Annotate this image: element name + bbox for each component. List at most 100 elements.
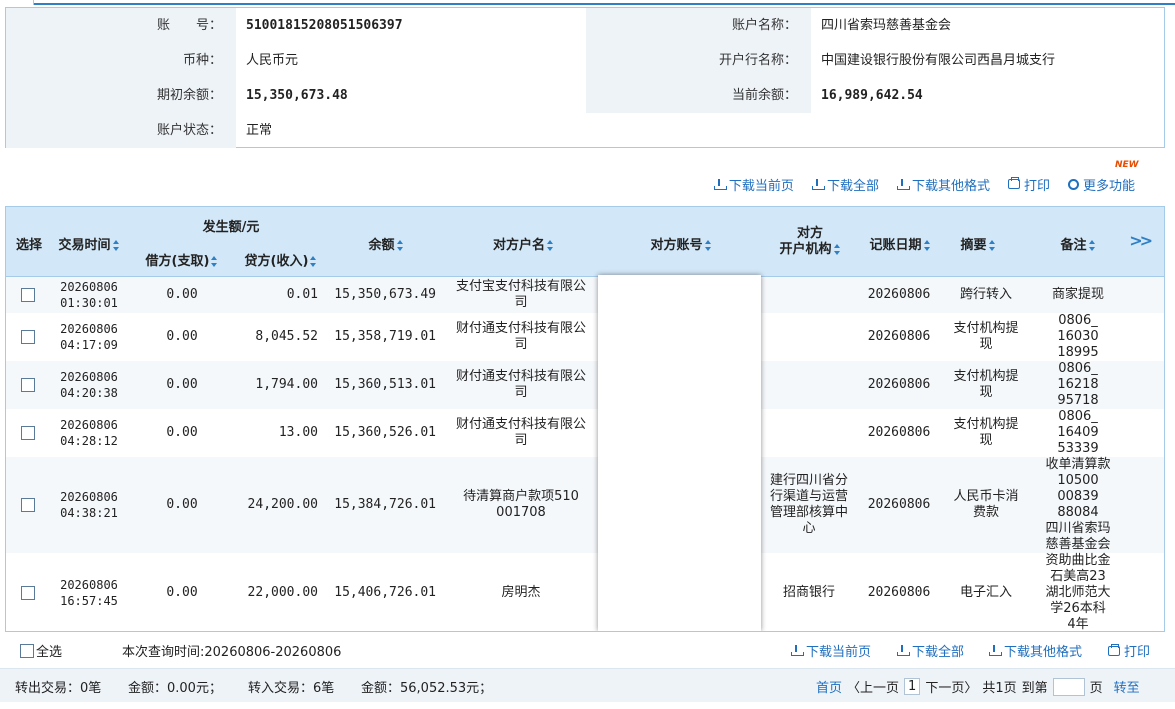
col-debit[interactable]: 借方(支取) xyxy=(136,250,228,269)
counterparty-bank xyxy=(763,277,855,313)
balance-amount: 15,360,513.01 xyxy=(334,361,436,409)
footer-download-page-button[interactable]: 下载当前页 xyxy=(791,641,871,660)
row-checkbox[interactable] xyxy=(21,288,35,302)
debit-amount-line: 0.00 xyxy=(166,329,198,344)
first-page-link[interactable]: 首页 xyxy=(816,677,842,696)
counterparty-name-line: 支付宝支付科技有限公 xyxy=(455,279,586,294)
counterparty-name: 财付通支付科技有限公司 xyxy=(446,409,596,457)
row-checkbox[interactable] xyxy=(21,586,35,600)
col-summary[interactable]: 摘要 xyxy=(946,234,1010,253)
post-date-line: 20260806 xyxy=(867,425,931,440)
row-select-cell xyxy=(6,553,50,631)
transaction-time: 20260806 04:38:21 xyxy=(50,457,128,553)
remark-line: 53339 xyxy=(1057,441,1099,456)
counterparty-bank xyxy=(763,313,855,361)
credit-amount: 1,794.00 xyxy=(228,361,328,409)
footer-download-other-button[interactable]: 下载其他格式 xyxy=(989,641,1082,660)
row-checkbox[interactable] xyxy=(21,426,35,440)
post-date: 20260806 xyxy=(858,361,940,409)
col-post-date[interactable]: 记账日期 xyxy=(862,234,938,253)
table-row[interactable]: 20260806 04:38:21 0.00 24,200.00 15,384,726.… xyxy=(6,457,1164,553)
footer-download-all-button[interactable]: 下载全部 xyxy=(897,641,964,660)
post-date-line: 20260806 xyxy=(867,377,931,392)
debit-amount-line: 0.00 xyxy=(166,425,198,440)
table-row[interactable]: 20260806 01:30:01 0.00 0.01 15,350,673.49 支付宝… xyxy=(6,277,1164,313)
row-checkbox[interactable] xyxy=(21,498,35,512)
col-balance[interactable]: 余额 xyxy=(346,234,426,253)
gear-icon xyxy=(1067,178,1079,190)
summary-line: 现 xyxy=(979,433,993,448)
counterparty-name-line: 司 xyxy=(514,295,528,310)
table-row[interactable]: 20260806 04:28:12 0.00 13.00 15,360,526.01 财付… xyxy=(6,409,1164,457)
summary-line: 现 xyxy=(979,337,993,352)
transaction-time: 01:30:01 xyxy=(60,296,118,310)
next-page-link[interactable]: 下一页〉 xyxy=(925,677,977,696)
credit-amount-line: 1,794.00 xyxy=(255,377,318,392)
select-all[interactable]: 全选 xyxy=(20,641,62,660)
query-time: 本次查询时间:20260806-20260806 xyxy=(122,645,342,660)
summary: 支付机构提现 xyxy=(944,313,1028,361)
col-time[interactable]: 交易时间 xyxy=(50,234,128,253)
debit-amount-line: 0.00 xyxy=(166,377,198,392)
current-page: 1 xyxy=(904,678,921,695)
row-checkbox[interactable] xyxy=(21,330,35,344)
table-header: 选择 交易时间 发生额/元 借方(支取) 贷方(收入) 余额 对方户名 对方账号… xyxy=(6,207,1164,277)
post-date-line: 20260806 xyxy=(867,329,931,344)
col-counterparty-name-label: 对方户名 xyxy=(492,238,545,253)
download-page-label: 下载当前页 xyxy=(728,178,794,194)
transaction-date: 20260806 xyxy=(60,322,118,336)
col-counterparty-name[interactable]: 对方户名 xyxy=(451,234,596,253)
col-balance-label: 余额 xyxy=(368,238,395,253)
remark-line: 0806_ xyxy=(1058,409,1098,424)
currency-value: 人民币元 xyxy=(246,53,299,68)
counterparty-bank-line: 招商银行 xyxy=(782,585,835,600)
col-credit[interactable]: 贷方(收入) xyxy=(234,250,328,269)
remark-line: 18995 xyxy=(1057,345,1099,360)
prev-page-link[interactable]: 〈上一页 xyxy=(847,677,899,696)
credit-amount: 8,045.52 xyxy=(228,313,328,361)
status-value: 正常 xyxy=(246,123,273,138)
counterparty-bank-line: 行渠道与运营 xyxy=(769,489,848,504)
download-all-button[interactable]: 下载全部 xyxy=(811,175,879,194)
download-other-format-button[interactable]: 下载其他格式 xyxy=(896,175,990,194)
print-label: 打印 xyxy=(1023,178,1050,194)
summary: 电子汇入 xyxy=(944,553,1028,631)
col-counterparty-bank[interactable]: 对方 开户机构 xyxy=(764,226,856,258)
counterparty-bank xyxy=(763,361,855,409)
debit-amount: 0.00 xyxy=(136,361,228,409)
footer-print-button[interactable]: 打印 xyxy=(1108,641,1150,660)
row-checkbox[interactable] xyxy=(21,378,35,392)
account-info-row: 币种： 人民币元 开户行名称： 中国建设银行股份有限公司西昌月城支行 xyxy=(6,43,1164,78)
download-page-button[interactable]: 下载当前页 xyxy=(713,175,794,194)
table-row[interactable]: 20260806 04:17:09 0.00 8,045.52 15,358,719.0… xyxy=(6,313,1164,361)
balance-amount: 15,358,719.01 xyxy=(334,313,436,361)
more-functions-label: 更多功能 xyxy=(1082,178,1135,194)
transaction-time: 04:38:21 xyxy=(60,506,118,520)
more-columns-button[interactable]: >> xyxy=(1129,231,1153,250)
counterparty-bank-line: 管理部核算中 xyxy=(769,505,848,520)
printer-icon xyxy=(1007,177,1020,189)
print-button[interactable]: 打印 xyxy=(1007,175,1050,194)
goto-page-input[interactable] xyxy=(1052,677,1085,696)
summary: 人民币卡消 费款 xyxy=(944,457,1028,553)
counterparty-name: 房明杰 xyxy=(446,553,596,631)
select-all-checkbox[interactable] xyxy=(20,643,34,658)
summary-line: 支付机构提 xyxy=(953,369,1019,384)
top-tab[interactable] xyxy=(0,0,34,5)
table-row[interactable]: 20260806 16:57:45 0.00 22,000.00 15,406,726.… xyxy=(6,553,1164,631)
go-button[interactable]: 转至 xyxy=(1114,677,1140,696)
account-no-value: 51001815208051506397 xyxy=(246,18,403,33)
remark-line: 四川省索玛 xyxy=(1045,521,1111,536)
balance-amount-line: 15,360,513.01 xyxy=(334,377,436,392)
download-icon xyxy=(791,645,804,656)
credit-amount: 24,200.00 xyxy=(228,457,328,553)
remark-line: 学26本科 xyxy=(1050,601,1106,616)
remark-line: 慈善基金会 xyxy=(1045,537,1111,552)
transaction-date: 20260806 xyxy=(60,578,118,592)
col-remark[interactable]: 备注 xyxy=(1046,234,1110,253)
more-functions-button[interactable]: 更多功能 xyxy=(1067,175,1135,194)
col-counterparty-account[interactable]: 对方账号 xyxy=(606,234,756,253)
table-row[interactable]: 20260806 04:20:38 0.00 1,794.00 15,360,513.0… xyxy=(6,361,1164,409)
post-date: 20260806 xyxy=(858,553,940,631)
sort-icon xyxy=(1088,240,1096,251)
